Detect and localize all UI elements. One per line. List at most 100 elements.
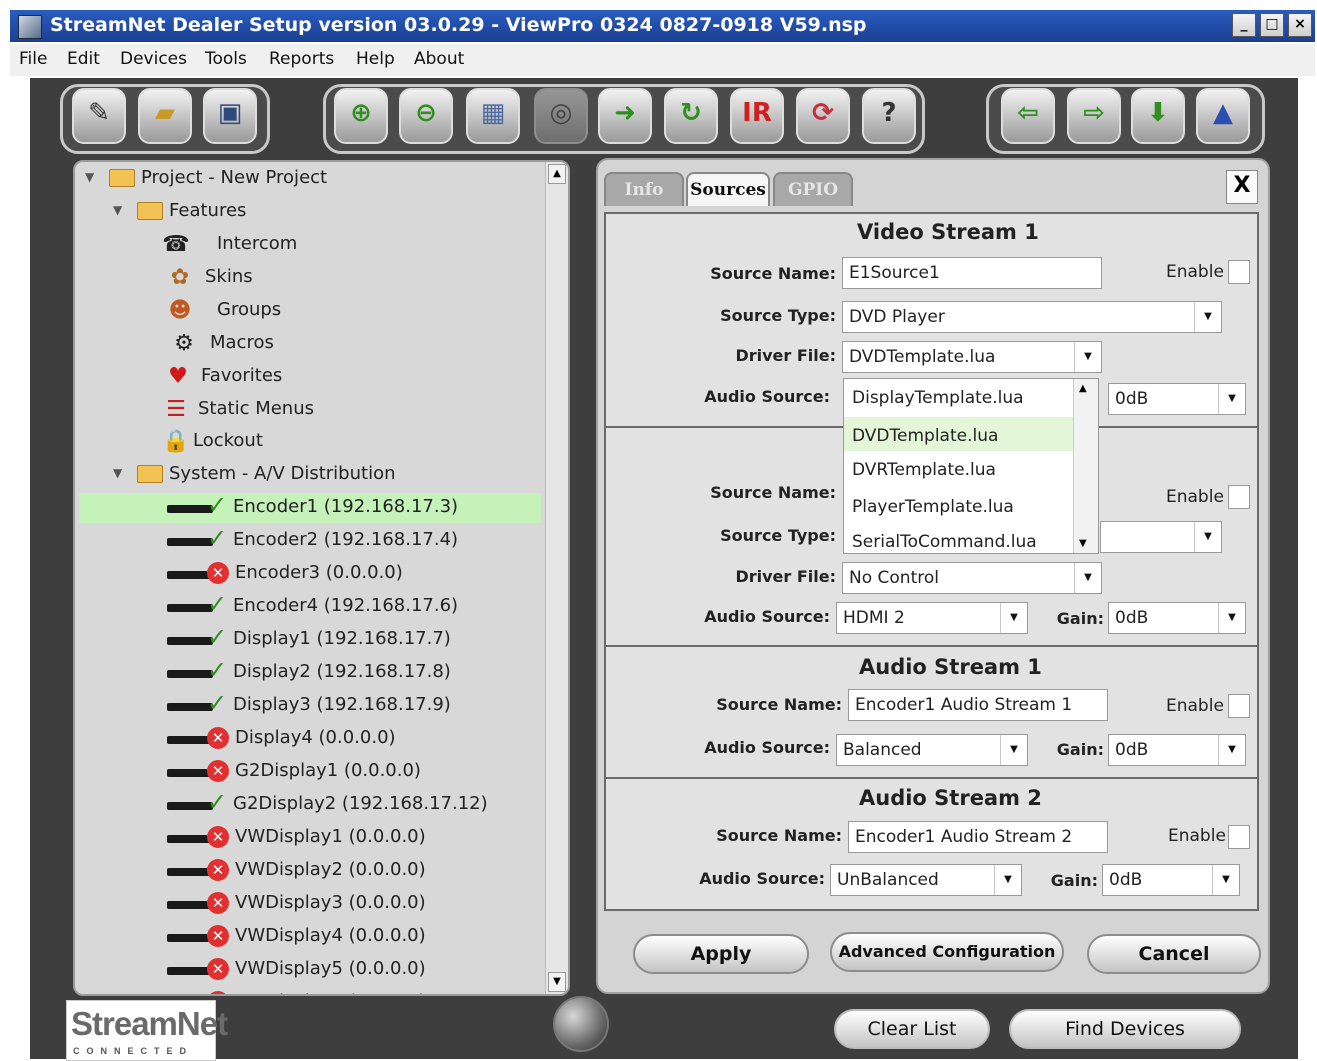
tree-item-macros[interactable]: ⚙ Macros [75, 329, 545, 359]
tree-device-row[interactable]: ✓ Encoder2 (192.168.17.4) [79, 524, 541, 556]
video2-gain-select[interactable]: 0dB ▼ [1108, 602, 1246, 634]
menu-reports[interactable]: Reports [269, 49, 334, 69]
chevron-down-icon[interactable]: ▼ [1194, 302, 1221, 332]
open-folder-icon[interactable]: ▰ [138, 88, 192, 144]
tab-info[interactable]: Info [604, 172, 684, 206]
video1-source-name-input[interactable]: E1Source1 [842, 257, 1102, 289]
expand-arrow-icon[interactable]: ▼ [113, 466, 122, 480]
tree-device-row[interactable]: ✓ Encoder1 (192.168.17.3) [79, 491, 541, 523]
help-icon[interactable]: ? [862, 88, 916, 144]
tab-gpio[interactable]: GPIO [773, 172, 853, 206]
audio2-audio-source-select[interactable]: UnBalanced ▼ [830, 864, 1022, 896]
tree-device-row[interactable]: ✕ Display4 (0.0.0.0) [79, 724, 541, 754]
back-device-icon[interactable]: ⇦ [1001, 88, 1055, 144]
tree-device-row[interactable]: ✕ VWDisplay4 (0.0.0.0) [79, 922, 541, 952]
menu-file[interactable]: File [19, 49, 47, 69]
tree-scrollbar[interactable]: ▲ ▼ [545, 162, 568, 994]
close-window-button[interactable]: × [1288, 13, 1312, 37]
download-firmware-icon[interactable]: ⬇ [1131, 88, 1185, 144]
refresh-icon[interactable]: ↻ [664, 88, 718, 144]
go-icon[interactable]: ➜ [598, 88, 652, 144]
globe-icon[interactable] [553, 996, 609, 1052]
ir-icon[interactable]: IR [730, 88, 784, 144]
tree-item-static-menus[interactable]: ☰ Static Menus [75, 395, 545, 425]
video2-source-type-select[interactable]: ▼ [1100, 521, 1222, 553]
apply-button[interactable]: Apply [633, 934, 809, 974]
scroll-up-arrow[interactable]: ▲ [1079, 383, 1087, 394]
video1-source-type-select[interactable]: DVD Player ▼ [842, 301, 1222, 333]
tree-device-row[interactable]: ✕ G2Display1 (0.0.0.0) [79, 757, 541, 787]
expand-arrow-icon[interactable]: ▼ [113, 203, 122, 217]
tree-device-row[interactable]: ✓ Display3 (192.168.17.9) [79, 689, 541, 721]
audio1-source-name-input[interactable]: Encoder1 Audio Stream 1 [848, 689, 1108, 721]
audio2-enable-checkbox[interactable] [1228, 825, 1250, 849]
tree-project[interactable]: ▼ Project - New Project [75, 164, 545, 194]
chevron-down-icon[interactable]: ▼ [1000, 603, 1027, 633]
audio1-gain-select[interactable]: 0dB ▼ [1108, 734, 1246, 766]
dropdown-option[interactable]: SerialToCommand.lua [844, 523, 1074, 553]
maximize-button[interactable]: □ [1260, 13, 1284, 37]
scroll-down-arrow[interactable]: ▼ [1079, 538, 1087, 549]
chevron-down-icon[interactable]: ▼ [1074, 342, 1101, 372]
tree-device-row[interactable]: ✕ VWDisplay3 (0.0.0.0) [79, 889, 541, 919]
video1-driver-file-select[interactable]: DVDTemplate.lua ▼ [842, 341, 1102, 373]
dropdown-option[interactable]: PlayerTemplate.lua [844, 488, 1074, 522]
tree-device-row[interactable]: ✓ G2Display2 (192.168.17.12) [79, 788, 541, 820]
forward-device-icon[interactable]: ⇨ [1067, 88, 1121, 144]
tree-item-intercom[interactable]: ☎ Intercom [75, 230, 545, 260]
save-icon[interactable]: ▣ [203, 88, 257, 144]
tree-item-skins[interactable]: ✿ Skins [75, 263, 545, 293]
tab-sources[interactable]: Sources [686, 172, 770, 206]
menu-about[interactable]: About [414, 49, 464, 69]
menu-tools[interactable]: Tools [205, 49, 247, 69]
scroll-down-arrow[interactable]: ▼ [548, 972, 566, 992]
audio2-gain-select[interactable]: 0dB ▼ [1102, 864, 1240, 896]
sync-icon[interactable]: ⟳ [796, 88, 850, 144]
scroll-up-arrow[interactable]: ▲ [548, 164, 566, 184]
close-panel-button[interactable]: X [1226, 170, 1258, 204]
clear-list-button[interactable]: Clear List [834, 1009, 990, 1049]
menu-edit[interactable]: Edit [67, 49, 100, 69]
video1-gain-select[interactable]: 0dB ▼ [1108, 383, 1246, 415]
find-devices-button[interactable]: Find Devices [1009, 1009, 1241, 1049]
dropdown-option[interactable]: DisplayTemplate.lua [844, 379, 1074, 413]
dropdown-scrollbar[interactable]: ▲ ▼ [1073, 379, 1098, 553]
tree-device-row[interactable]: ✓ Encoder4 (192.168.17.6) [79, 590, 541, 622]
audio2-source-name-input[interactable]: Encoder1 Audio Stream 2 [848, 821, 1108, 853]
wizard-icon[interactable]: ▲ [1196, 88, 1250, 144]
advanced-configuration-button[interactable]: Advanced Configuration [830, 932, 1064, 972]
devices-icon[interactable]: ▦ [466, 88, 520, 144]
tree-device-row[interactable]: ✕ Encoder3 (0.0.0.0) [79, 559, 541, 589]
tree-system[interactable]: ▼ System - A/V Distribution [75, 460, 545, 490]
dropdown-option-selected[interactable]: DVDTemplate.lua [844, 417, 1074, 451]
tree-device-row[interactable]: ✓ Display1 (192.168.17.7) [79, 623, 541, 655]
video1-enable-checkbox[interactable] [1228, 260, 1250, 284]
tree-device-row[interactable]: ✕ VWDisplay2 (0.0.0.0) [79, 856, 541, 886]
minimize-button[interactable]: _ [1232, 13, 1256, 37]
new-icon[interactable]: ✎ [72, 88, 126, 144]
chevron-down-icon[interactable]: ▼ [1218, 384, 1245, 414]
cancel-button[interactable]: Cancel [1087, 934, 1261, 974]
tree-item-lockout[interactable]: 🔒 Lockout [75, 427, 545, 457]
tree-item-favorites[interactable]: ♥ Favorites [75, 362, 545, 392]
video2-audio-source-select[interactable]: HDMI 2 ▼ [836, 602, 1028, 634]
chevron-down-icon[interactable]: ▼ [1218, 735, 1245, 765]
chevron-down-icon[interactable]: ▼ [994, 865, 1021, 895]
video2-enable-checkbox[interactable] [1228, 485, 1250, 509]
audio1-enable-checkbox[interactable] [1228, 694, 1250, 718]
tree-device-row[interactable]: ✕ VWDisplay6 (0.0.0.0) [79, 988, 541, 994]
chevron-down-icon[interactable]: ▼ [1194, 522, 1221, 552]
chevron-down-icon[interactable]: ▼ [1074, 563, 1101, 593]
tree-device-row[interactable]: ✓ Display2 (192.168.17.8) [79, 656, 541, 688]
menu-help[interactable]: Help [356, 49, 395, 69]
audio1-audio-source-select[interactable]: Balanced ▼ [836, 734, 1028, 766]
chevron-down-icon[interactable]: ▼ [1212, 865, 1239, 895]
dropdown-option[interactable]: DVRTemplate.lua [844, 451, 1074, 485]
chevron-down-icon[interactable]: ▼ [1218, 603, 1245, 633]
menu-devices[interactable]: Devices [120, 49, 187, 69]
remove-device-icon[interactable]: ⊖ [399, 88, 453, 144]
video2-driver-file-select[interactable]: No Control ▼ [842, 562, 1102, 594]
tree-device-row[interactable]: ✕ VWDisplay1 (0.0.0.0) [79, 823, 541, 853]
add-device-icon[interactable]: ⊕ [334, 88, 388, 144]
expand-arrow-icon[interactable]: ▼ [85, 170, 94, 184]
